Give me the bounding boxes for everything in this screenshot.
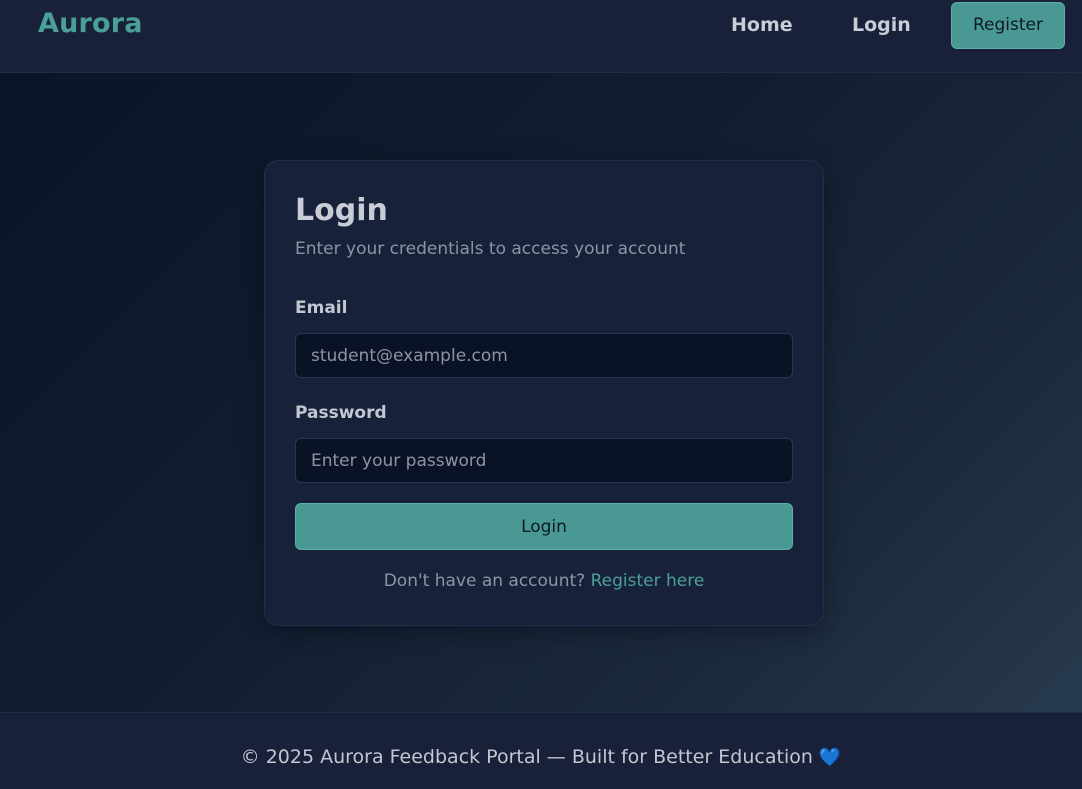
email-field[interactable]: [295, 333, 793, 378]
nav-register-button[interactable]: Register: [951, 2, 1065, 49]
register-prompt: Don't have an account? Register here: [265, 571, 823, 591]
nav-home-link[interactable]: Home: [731, 14, 793, 36]
blue-heart-icon: 💙: [818, 747, 842, 768]
login-subtitle: Enter your credentials to access your ac…: [295, 239, 686, 259]
password-label: Password: [295, 403, 387, 423]
register-prompt-text: Don't have an account?: [383, 571, 586, 591]
email-label: Email: [295, 298, 348, 318]
login-submit-button[interactable]: Login: [295, 503, 793, 550]
nav-login-link[interactable]: Login: [852, 14, 911, 36]
footer-copyright: © 2025 Aurora Feedback Portal — Built fo…: [240, 746, 813, 768]
page-footer: © 2025 Aurora Feedback Portal — Built fo…: [0, 712, 1082, 789]
footer-text-row: © 2025 Aurora Feedback Portal — Built fo…: [0, 746, 1082, 768]
password-field[interactable]: [295, 438, 793, 483]
brand-logo[interactable]: Aurora: [38, 8, 143, 39]
register-here-link[interactable]: Register here: [591, 571, 705, 591]
login-title: Login: [295, 193, 388, 228]
login-card: Login Enter your credentials to access y…: [264, 160, 824, 626]
top-navbar: Aurora Home Login Register: [0, 0, 1082, 73]
